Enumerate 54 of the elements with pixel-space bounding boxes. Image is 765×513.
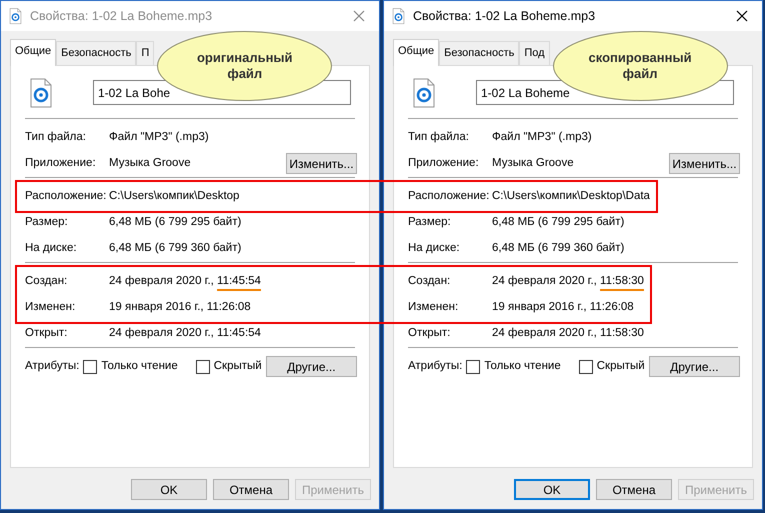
field-value: 19 января 2016 г., 11:26:08 — [109, 300, 251, 315]
field-value: 6,48 МБ (6 799 360 байт) — [492, 240, 624, 256]
attributes-label: Атрибуты: — [25, 358, 80, 374]
field-label: Тип файла: — [408, 130, 470, 145]
field-label: Открыт: — [25, 326, 68, 341]
field-label: Изменен: — [25, 300, 76, 315]
field-label: На диске: — [408, 240, 461, 256]
tab[interactable]: Безопасность — [439, 41, 520, 64]
field-label: Размер: — [408, 214, 452, 230]
field-label: Тип файла: — [25, 130, 87, 145]
tab[interactable]: Под — [519, 41, 550, 64]
field-value: Музыка Groove — [109, 156, 191, 171]
field-value: 19 января 2016 г., 11:26:08 — [492, 300, 634, 315]
field-value: 24 февраля 2020 г., 11:58:30 — [492, 326, 644, 341]
field-value: Файл "MP3" (.mp3) — [492, 130, 592, 145]
field-value: Файл "MP3" (.mp3) — [109, 130, 209, 145]
field-value: 24 февраля 2020 г., 11:45:54 — [109, 274, 261, 289]
field-label: Расположение: — [25, 188, 108, 204]
field-value: C:\Users\компик\Desktop — [109, 188, 240, 204]
callout-text: оригинальный файл — [196, 50, 294, 82]
field-value: 6,48 МБ (6 799 295 байт) — [109, 214, 242, 230]
field-value: 6,48 МБ (6 799 360 байт) — [109, 240, 242, 256]
change-button[interactable]: Изменить... — [286, 153, 357, 174]
field-label: Изменен: — [408, 300, 460, 315]
field-value: C:\Users\компик\Desktop\Data — [492, 188, 650, 204]
change-button[interactable]: Изменить... — [669, 153, 740, 174]
field-label: Размер: — [25, 214, 69, 230]
dialog-button[interactable]: OK — [514, 479, 590, 500]
field-value: 6,48 МБ (6 799 295 байт) — [492, 214, 624, 230]
file-icon — [9, 8, 22, 24]
field-label: Создан: — [408, 274, 452, 289]
field-label: Приложение: — [25, 156, 97, 171]
tab[interactable]: Общие — [393, 39, 440, 66]
window-title: Свойства: 1-02 La Boheme.mp3 — [413, 8, 596, 25]
field-value: 24 февраля 2020 г., 11:45:54 — [109, 326, 261, 341]
attributes-label: Атрибуты: — [408, 358, 462, 374]
dialog-button[interactable]: Отмена — [596, 479, 672, 500]
field-label: Приложение: — [408, 156, 480, 171]
field-value: 24 февраля 2020 г., 11:58:30 — [492, 274, 644, 289]
field-label: На диске: — [25, 240, 78, 256]
other-button[interactable]: Другие... — [648, 356, 740, 377]
callout-text: скопированный файл — [588, 50, 693, 82]
checkbox-label[interactable]: Только чтение — [484, 358, 561, 376]
checkbox[interactable] — [578, 360, 593, 374]
checkbox-label[interactable]: Скрытый — [596, 358, 645, 376]
field-label: Расположение: — [408, 188, 490, 204]
window-title: Свойства: 1-02 La Boheme.mp3 — [30, 8, 212, 25]
file-icon — [29, 78, 53, 108]
field-value: Музыка Groove — [492, 156, 574, 171]
file-icon — [392, 8, 405, 24]
field-label: Открыт: — [408, 326, 452, 341]
field-label: Создан: — [25, 274, 68, 289]
checkbox[interactable] — [466, 360, 480, 374]
file-icon — [412, 78, 436, 108]
